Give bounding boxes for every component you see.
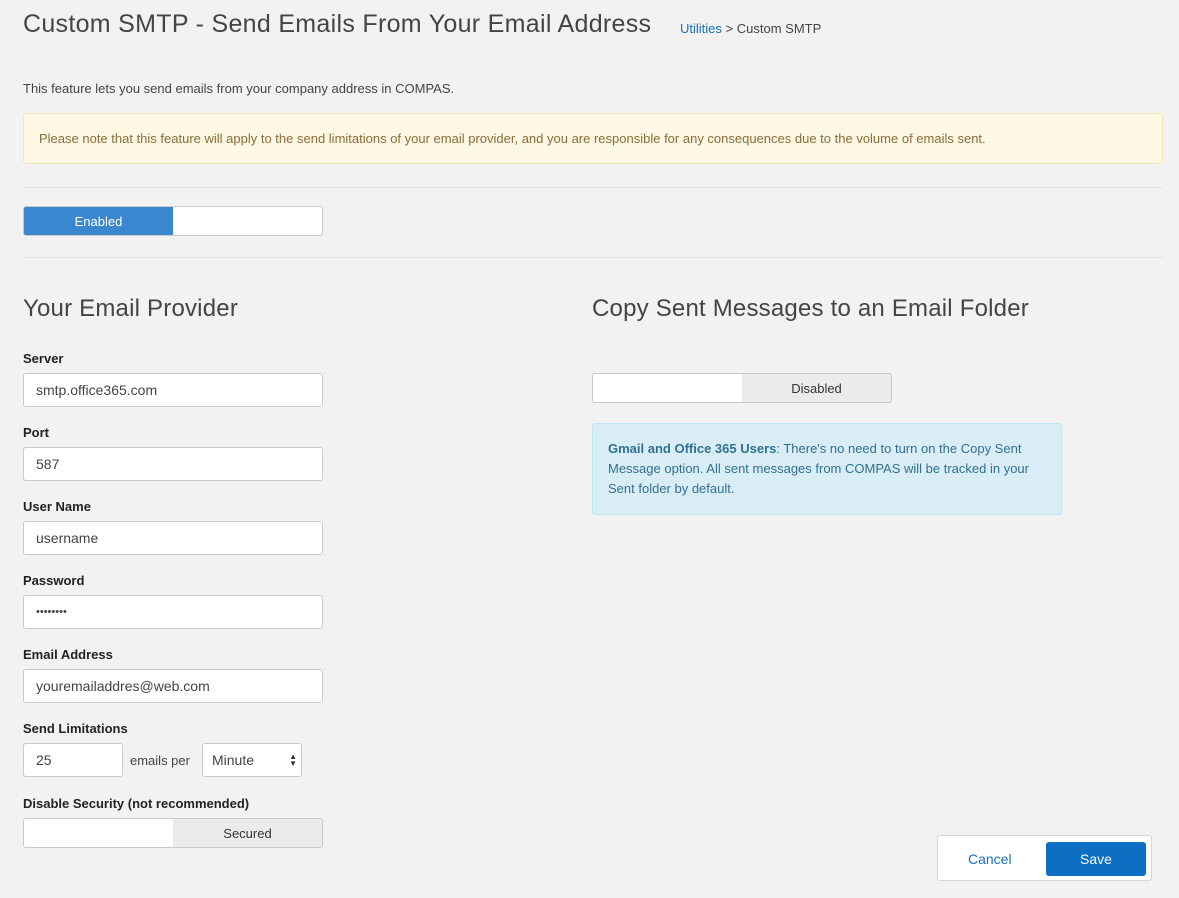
provider-heading: Your Email Provider <box>23 295 239 322</box>
breadcrumb: Utilities > Custom SMTP <box>680 21 821 36</box>
username-label: User Name <box>23 499 91 514</box>
toggle-off-side <box>24 819 173 847</box>
server-label: Server <box>23 351 64 366</box>
divider <box>23 257 1163 258</box>
toggle-off-side <box>173 207 322 235</box>
page: Custom SMTP - Send Emails From Your Emai… <box>0 0 1179 898</box>
toggle-state-label: Disabled <box>742 374 891 402</box>
toggle-off-side <box>593 374 742 402</box>
cancel-button[interactable]: Cancel <box>968 851 1012 867</box>
port-label: Port <box>23 425 49 440</box>
copy-sent-toggle[interactable]: Disabled <box>592 373 892 403</box>
info-bold-text: Gmail and Office 365 Users <box>608 441 777 456</box>
password-label: Password <box>23 573 85 588</box>
send-limitations-label: Send Limitations <box>23 721 128 736</box>
email-label: Email Address <box>23 647 113 662</box>
copy-sent-heading: Copy Sent Messages to an Email Folder <box>592 295 1029 322</box>
breadcrumb-link-utilities[interactable]: Utilities <box>680 21 722 36</box>
security-toggle[interactable]: Secured <box>23 818 323 848</box>
port-input[interactable] <box>23 447 323 481</box>
username-input[interactable] <box>23 521 323 555</box>
smtp-enabled-toggle[interactable]: Enabled <box>23 206 323 236</box>
divider <box>23 187 1163 188</box>
toggle-on-label: Enabled <box>24 207 173 235</box>
disable-security-label: Disable Security (not recommended) <box>23 796 250 811</box>
select-arrows-icon: ▲ ▼ <box>289 752 297 768</box>
breadcrumb-current: Custom SMTP <box>736 21 822 36</box>
save-button[interactable]: Save <box>1046 842 1146 876</box>
password-input[interactable] <box>23 595 323 629</box>
warning-text: Please note that this feature will apply… <box>39 131 986 146</box>
action-bar: Cancel Save <box>937 835 1152 881</box>
limit-unit-value: Minute <box>212 752 255 768</box>
limit-count-input[interactable] <box>23 743 123 777</box>
warning-alert: Please note that this feature will apply… <box>23 113 1163 164</box>
email-input[interactable] <box>23 669 323 703</box>
server-input[interactable] <box>23 373 323 407</box>
toggle-state-label: Secured <box>173 819 322 847</box>
info-alert: Gmail and Office 365 Users: There's no n… <box>592 423 1062 515</box>
intro-text: This feature lets you send emails from y… <box>23 81 455 96</box>
breadcrumb-separator: > <box>725 21 734 36</box>
page-title: Custom SMTP - Send Emails From Your Emai… <box>23 10 652 38</box>
emails-per-text: emails per <box>130 753 190 768</box>
limit-unit-select[interactable]: Minute ▲ ▼ <box>202 743 302 777</box>
